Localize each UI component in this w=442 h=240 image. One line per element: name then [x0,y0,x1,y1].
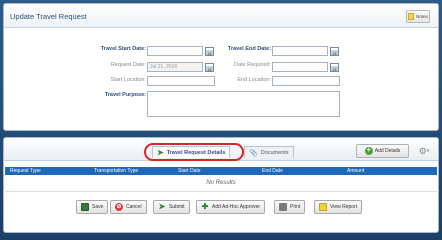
notes-label: Notes [416,14,428,19]
page-title: Update Travel Request [10,12,87,21]
travel-purpose-textarea[interactable] [147,91,340,117]
notes-icon [408,13,415,20]
column-header-transportation-type[interactable]: Transportation Type [94,168,138,174]
view-report-label: View Report [330,204,358,210]
printer-icon [279,203,287,211]
start-location-field[interactable] [147,76,215,86]
panel-header: Update Travel Request Notes [4,4,438,28]
submit-label: Submit [169,204,185,210]
cancel-button[interactable]: ⊘ Cancel [110,200,147,214]
column-header-request-type[interactable]: Request Type [10,168,41,174]
plus-icon: + [364,147,373,155]
save-icon [81,203,89,211]
column-header-amount[interactable]: Amount [347,168,364,174]
end-location-label: End Location: [237,77,271,83]
cancel-label: Cancel [126,204,142,210]
view-report-button[interactable]: View Report [314,200,363,214]
details-panel: ➤ Travel Request Details 📎 Documents + A… [3,137,439,233]
travel-purpose-label: Travel Purpose: [104,92,146,98]
start-date-calendar-icon[interactable]: 18 [205,47,214,56]
submit-button[interactable]: ➤ Submit [153,200,190,214]
travel-end-date-field[interactable] [272,46,328,56]
column-header-end-date[interactable]: End Date [262,168,283,174]
tab-documents-label: Documents [260,149,289,156]
settings-menu-button[interactable]: ⚙ ▾ [414,144,434,158]
travel-start-date-label: Travel Start Date: [100,46,146,52]
chevron-down-icon: ▾ [426,148,430,154]
grid-header: Request Type Transportation Type Start D… [5,167,437,175]
add-details-label: Add Details [374,148,401,154]
travel-request-form-panel: Update Travel Request Notes Travel Start… [3,3,439,131]
date-required-label: Date Required: [234,62,271,68]
travel-end-date-label: Travel End Date: [227,46,271,52]
request-date-field: Jul 21, 2016 [147,62,203,72]
save-label: Save [92,204,104,210]
request-date-label: Request Date: [110,62,146,68]
cancel-icon: ⊘ [115,203,123,211]
notes-button[interactable]: Notes [406,10,430,23]
tab-documents[interactable]: 📎 Documents [244,146,294,158]
request-date-calendar-icon: 18 [205,63,214,72]
print-button[interactable]: Print [274,200,306,214]
add-approver-icon: ✚ [201,202,209,211]
date-required-field[interactable] [272,62,328,72]
grid-empty-message: No Results [5,175,437,192]
travel-start-date-field[interactable] [147,46,203,56]
print-label: Print [290,204,301,210]
add-details-button[interactable]: + Add Details [356,144,409,158]
report-icon [319,203,327,211]
gear-icon: ⚙ [418,145,427,156]
add-adhoc-approver-label: Add Ad-Hoc Approver [212,204,261,210]
add-adhoc-approver-button[interactable]: ✚ Add Ad-Hoc Approver [196,200,266,214]
end-location-field[interactable] [272,76,340,86]
submit-icon: ➤ [158,202,166,211]
date-required-calendar-icon[interactable]: 18 [330,63,339,72]
tab-highlight-annotation [144,143,244,161]
save-button[interactable]: Save [76,200,109,214]
documents-icon: 📎 [249,149,258,157]
column-header-start-date[interactable]: Start Date [178,168,201,174]
start-location-label: Start Location: [110,77,146,83]
end-date-calendar-icon[interactable]: 18 [330,47,339,56]
